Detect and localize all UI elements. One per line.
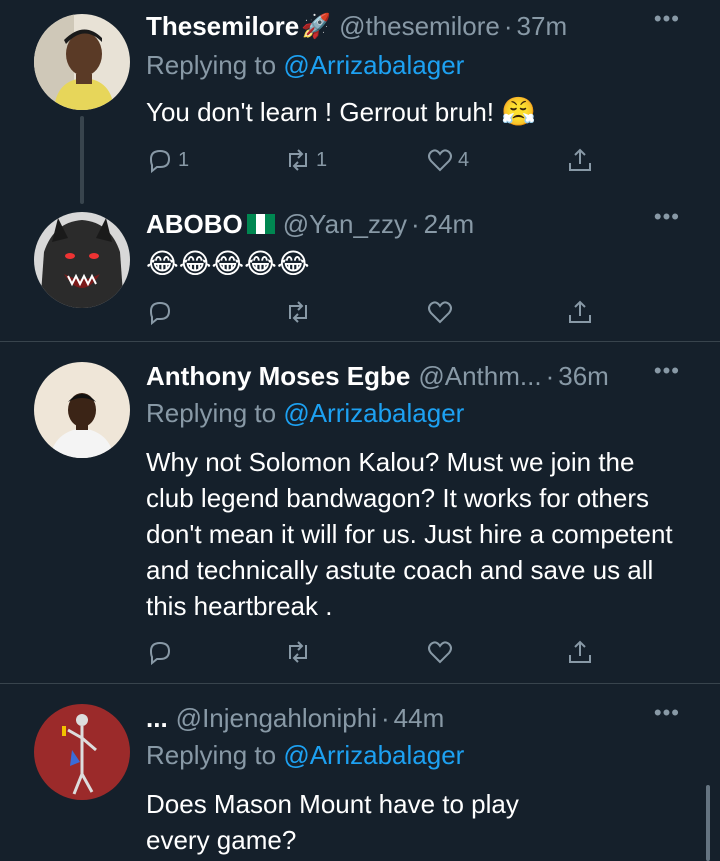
more-icon[interactable]: •••	[654, 204, 680, 230]
share-icon	[569, 640, 591, 663]
display-name[interactable]: Thesemilore	[146, 11, 299, 42]
reply-button[interactable]	[146, 634, 174, 670]
timestamp[interactable]: 44m	[394, 703, 445, 734]
emoji: 😤	[501, 96, 537, 127]
handle[interactable]: @Anthm...	[418, 361, 541, 392]
tweet-text-content: You don't learn ! Gerrout bruh!	[146, 97, 495, 127]
mention-link[interactable]: @Arrizabalager	[283, 398, 464, 428]
retweet-button[interactable]	[284, 634, 312, 670]
tweet-text: You don't learn ! Gerrout bruh! 😤	[146, 94, 680, 130]
tweet-1[interactable]: Thesemilore 🚀 @thesemilore · 37m ••• Rep…	[0, 0, 720, 204]
handle[interactable]: @Yan_zzy	[283, 209, 407, 240]
tweet-header: Anthony Moses Egbe @Anthm... · 36m	[146, 354, 609, 398]
like-button[interactable]	[426, 634, 454, 670]
like-button[interactable]: 4	[426, 142, 469, 178]
retweet-count: 1	[316, 148, 328, 171]
display-name[interactable]: Anthony Moses Egbe	[146, 361, 410, 392]
retweet-button[interactable]	[284, 294, 312, 330]
tweet-3[interactable]: Anthony Moses Egbe @Anthm... · 36m ••• R…	[0, 352, 720, 682]
action-bar: 1 1 4	[146, 142, 606, 178]
like-icon	[428, 641, 452, 664]
display-name[interactable]: ...	[146, 703, 168, 734]
retweet-icon	[289, 301, 307, 323]
share-button[interactable]	[566, 142, 594, 178]
retweet-button[interactable]: 1	[284, 142, 327, 178]
reply-icon	[149, 301, 171, 326]
avatar-injengahloniphi[interactable]	[34, 704, 130, 800]
thread-line	[80, 116, 84, 204]
separator-dot: ·	[381, 702, 390, 733]
replying-to: Replying to @Arrizabalager	[146, 398, 464, 429]
tweet-text: Does Mason Mount have to play every game…	[146, 789, 519, 855]
replying-to: Replying to @Arrizabalager	[146, 740, 464, 771]
retweet-icon	[289, 641, 307, 663]
nigeria-flag-icon	[246, 214, 275, 234]
avatar-anthony[interactable]	[34, 362, 130, 458]
share-icon	[569, 300, 591, 323]
separator-dot: ·	[410, 208, 420, 239]
emoji-row: 😂😂😂😂😂	[146, 248, 310, 279]
reply-button[interactable]	[146, 294, 174, 330]
reply-icon	[149, 641, 171, 666]
like-icon	[428, 149, 452, 172]
replying-to: Replying to @Arrizabalager	[146, 50, 464, 81]
more-icon[interactable]: •••	[654, 6, 680, 32]
tweet-text: 😂😂😂😂😂	[146, 246, 680, 282]
like-count: 4	[458, 148, 470, 171]
divider	[0, 683, 720, 684]
retweet-icon	[289, 149, 307, 171]
like-button[interactable]	[426, 294, 454, 330]
replying-to-prefix: Replying to	[146, 398, 277, 428]
tweet-4[interactable]: ... @Injengahloniphi · 44m ••• Replying …	[0, 694, 720, 861]
action-bar	[146, 294, 606, 330]
divider	[0, 341, 720, 342]
tweet-header: Thesemilore 🚀 @thesemilore · 37m	[146, 4, 567, 48]
separator-dot: ·	[503, 10, 513, 41]
timestamp[interactable]: 37m	[517, 11, 568, 42]
scrollbar[interactable]	[706, 785, 710, 861]
reply-icon	[149, 149, 171, 174]
share-button[interactable]	[566, 294, 594, 330]
share-button[interactable]	[566, 634, 594, 670]
handle[interactable]: @Injengahloniphi	[176, 703, 377, 734]
tweet-header: ... @Injengahloniphi · 44m	[146, 696, 444, 740]
tweet-text: Why not Solomon Kalou? Must we join the …	[146, 447, 673, 621]
replying-to-prefix: Replying to	[146, 740, 277, 770]
tweet-2[interactable]: ABOBO @Yan_zzy · 24m ••• 😂😂😂😂😂	[0, 198, 720, 340]
tweet-header: ABOBO @Yan_zzy · 24m	[146, 202, 474, 246]
handle[interactable]: @thesemilore	[339, 11, 500, 42]
avatar-abobo[interactable]	[34, 212, 130, 308]
separator-dot: ·	[545, 360, 555, 391]
rocket-icon: 🚀	[301, 12, 332, 40]
action-bar	[146, 634, 606, 670]
reply-button[interactable]: 1	[146, 142, 189, 178]
avatar-thesemilore[interactable]	[34, 14, 130, 110]
display-name[interactable]: ABOBO	[146, 209, 243, 240]
mention-link[interactable]: @Arrizabalager	[283, 740, 464, 770]
like-icon	[428, 301, 452, 324]
mention-link[interactable]: @Arrizabalager	[283, 50, 464, 80]
timestamp[interactable]: 24m	[424, 209, 475, 240]
timestamp[interactable]: 36m	[558, 361, 609, 392]
share-icon	[569, 148, 591, 171]
replying-to-prefix: Replying to	[146, 50, 277, 80]
reply-count: 1	[178, 148, 190, 171]
more-icon[interactable]: •••	[654, 700, 680, 726]
more-icon[interactable]: •••	[654, 358, 680, 384]
